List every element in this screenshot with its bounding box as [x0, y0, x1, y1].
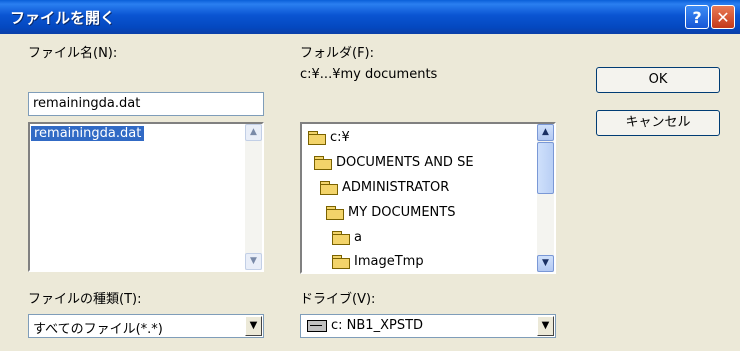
tree-item-label: MY DOCUMENTS [348, 205, 456, 220]
file-list[interactable]: remainingda.dat ▲ ▼ [28, 122, 264, 272]
tree-item[interactable]: ImageTmp [332, 254, 424, 269]
scroll-down-icon[interactable]: ▼ [537, 255, 554, 272]
tree-item[interactable]: DOCUMENTS AND SE [314, 155, 474, 170]
drive-label: ドライブ(V): [300, 292, 376, 307]
file-name-label: ファイル名(N): [28, 46, 118, 61]
ok-button[interactable]: OK [596, 67, 720, 93]
folder-icon [332, 231, 350, 245]
folder-tree-scrollbar[interactable]: ▲ ▼ [537, 124, 554, 272]
open-folder-icon [308, 131, 326, 145]
open-folder-icon [314, 156, 332, 170]
tree-item-label: a [354, 230, 362, 245]
tree-item[interactable]: a [332, 230, 362, 245]
file-name-input[interactable]: remainingda.dat [28, 92, 264, 116]
tree-item-label: ADMINISTRATOR [342, 180, 450, 195]
folder-label: フォルダ(F): [300, 46, 375, 61]
window-title: ファイルを開く [10, 9, 116, 27]
tree-item-label: ImageTmp [354, 254, 424, 269]
file-type-label: ファイルの種類(T): [28, 292, 142, 307]
title-bar[interactable]: ファイルを開く ? ✕ [0, 0, 740, 34]
scroll-thumb[interactable] [537, 142, 554, 194]
tree-item[interactable]: c:¥ [308, 130, 350, 145]
close-button[interactable]: ✕ [711, 5, 735, 29]
folder-icon [332, 255, 350, 269]
chevron-down-icon[interactable]: ▼ [245, 316, 262, 336]
drive-icon [307, 319, 327, 332]
file-type-select[interactable]: すべてのファイル(*.*) ▼ [28, 314, 264, 338]
folder-path: c:¥...¥my documents [300, 67, 438, 82]
cancel-button[interactable]: キャンセル [596, 110, 720, 136]
file-list-item[interactable]: remainingda.dat [31, 126, 145, 141]
help-button[interactable]: ? [685, 5, 709, 29]
open-folder-icon [320, 181, 338, 195]
tree-item-label: DOCUMENTS AND SE [336, 155, 474, 170]
tree-item-label: c:¥ [330, 130, 350, 145]
scroll-up-icon[interactable]: ▲ [537, 124, 554, 141]
chevron-down-icon[interactable]: ▼ [537, 316, 554, 336]
tree-item[interactable]: MY DOCUMENTS [326, 205, 455, 220]
scroll-up-icon[interactable]: ▲ [245, 124, 262, 141]
drive-select[interactable]: c: NB1_XPSTD ▼ [300, 314, 556, 338]
file-name-value: remainingda.dat [33, 96, 141, 111]
tree-item[interactable]: ADMINISTRATOR [320, 180, 449, 195]
open-folder-icon [326, 206, 344, 220]
scroll-down-icon[interactable]: ▼ [245, 253, 262, 270]
file-list-scrollbar[interactable]: ▲ ▼ [245, 124, 262, 270]
drive-value: c: NB1_XPSTD [331, 318, 424, 333]
file-type-value: すべてのファイル(*.*) [33, 322, 163, 337]
folder-tree[interactable]: c:¥ DOCUMENTS AND SE ADMINISTRATOR MY DO… [300, 122, 556, 274]
